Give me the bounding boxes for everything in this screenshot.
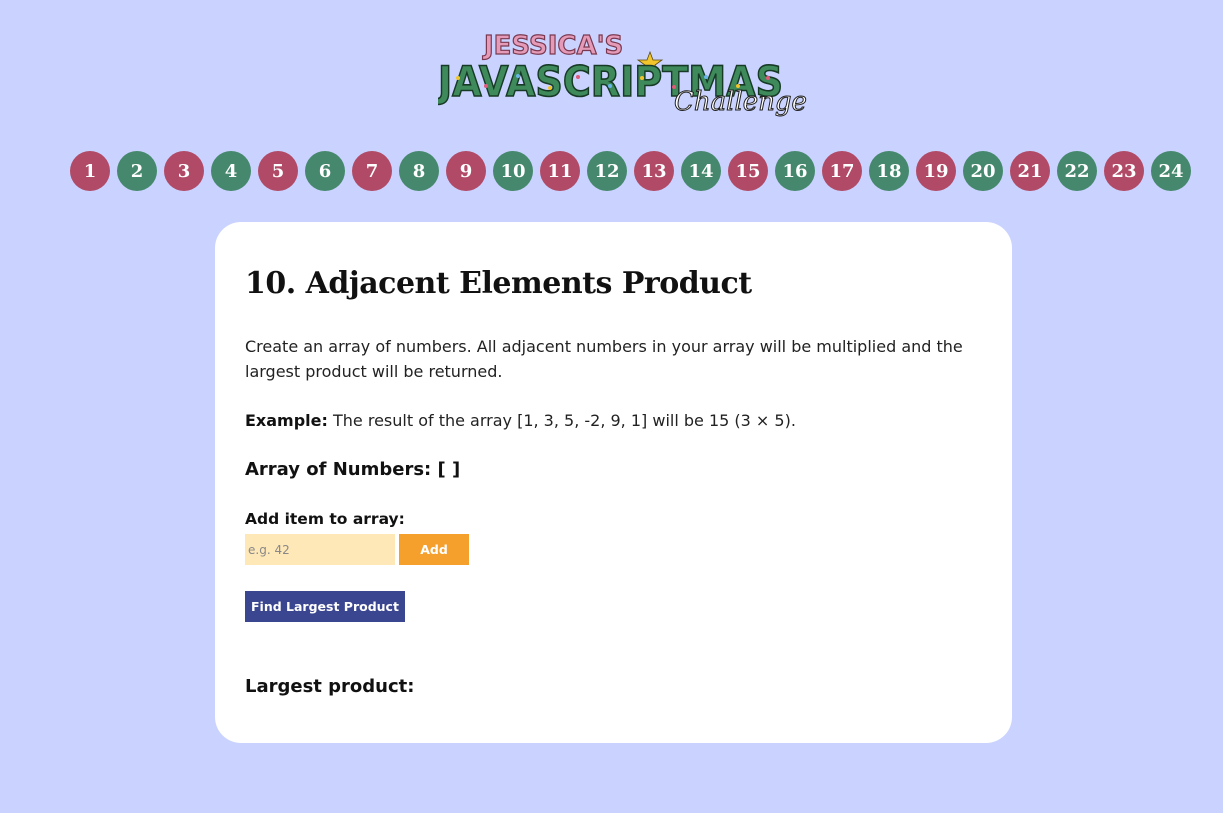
day-navigation: 1 2 3 4 5 6 7 8 9 10 11 12 13 14 15 16 17 18 19 20 21 22 23 24 bbox=[70, 151, 1191, 191]
add-button[interactable]: Add bbox=[399, 534, 469, 565]
day-link-16[interactable]: 16 bbox=[775, 151, 815, 191]
day-link-13[interactable]: 13 bbox=[634, 151, 674, 191]
day-link-3[interactable]: 3 bbox=[164, 151, 204, 191]
day-link-10[interactable]: 10 bbox=[493, 151, 533, 191]
day-link-11[interactable]: 11 bbox=[540, 151, 580, 191]
example-body: The result of the array [1, 3, 5, -2, 9,… bbox=[327, 411, 796, 430]
day-link-9[interactable]: 9 bbox=[446, 151, 486, 191]
day-link-23[interactable]: 23 bbox=[1104, 151, 1144, 191]
day-link-1[interactable]: 1 bbox=[70, 151, 110, 191]
day-link-17[interactable]: 17 bbox=[822, 151, 862, 191]
logo-line3: Challenge bbox=[674, 87, 807, 117]
day-link-19[interactable]: 19 bbox=[916, 151, 956, 191]
day-link-18[interactable]: 18 bbox=[869, 151, 909, 191]
day-link-5[interactable]: 5 bbox=[258, 151, 298, 191]
day-link-14[interactable]: 14 bbox=[681, 151, 721, 191]
day-link-24[interactable]: 24 bbox=[1151, 151, 1191, 191]
array-heading: Array of Numbers: [ ] bbox=[245, 459, 461, 480]
day-link-22[interactable]: 22 bbox=[1057, 151, 1097, 191]
add-item-label: Add item to array: bbox=[245, 510, 405, 528]
add-item-row: Add bbox=[245, 534, 982, 565]
logo-graphic: JESSICA'S JAVASCRIPTMAS Challenge bbox=[438, 30, 807, 117]
day-link-15[interactable]: 15 bbox=[728, 151, 768, 191]
example-label: Example: bbox=[245, 411, 328, 430]
day-link-21[interactable]: 21 bbox=[1010, 151, 1050, 191]
page-title: 10. Adjacent Elements Product bbox=[245, 266, 752, 301]
largest-product-result: Largest product: bbox=[245, 676, 415, 697]
challenge-card: 10. Adjacent Elements Product Create an … bbox=[215, 222, 1012, 743]
array-item-input[interactable] bbox=[245, 534, 395, 565]
example-text: Example: The result of the array [1, 3, … bbox=[245, 408, 982, 433]
day-link-7[interactable]: 7 bbox=[352, 151, 392, 191]
challenge-description: Create an array of numbers. All adjacent… bbox=[245, 337, 963, 381]
challenge-logo: JESSICA'S JAVASCRIPTMAS Challenge bbox=[438, 20, 826, 120]
day-link-4[interactable]: 4 bbox=[211, 151, 251, 191]
day-link-8[interactable]: 8 bbox=[399, 151, 439, 191]
day-link-6[interactable]: 6 bbox=[305, 151, 345, 191]
day-link-2[interactable]: 2 bbox=[117, 151, 157, 191]
find-largest-product-button[interactable]: Find Largest Product bbox=[245, 591, 405, 622]
day-link-12[interactable]: 12 bbox=[587, 151, 627, 191]
day-link-20[interactable]: 20 bbox=[963, 151, 1003, 191]
